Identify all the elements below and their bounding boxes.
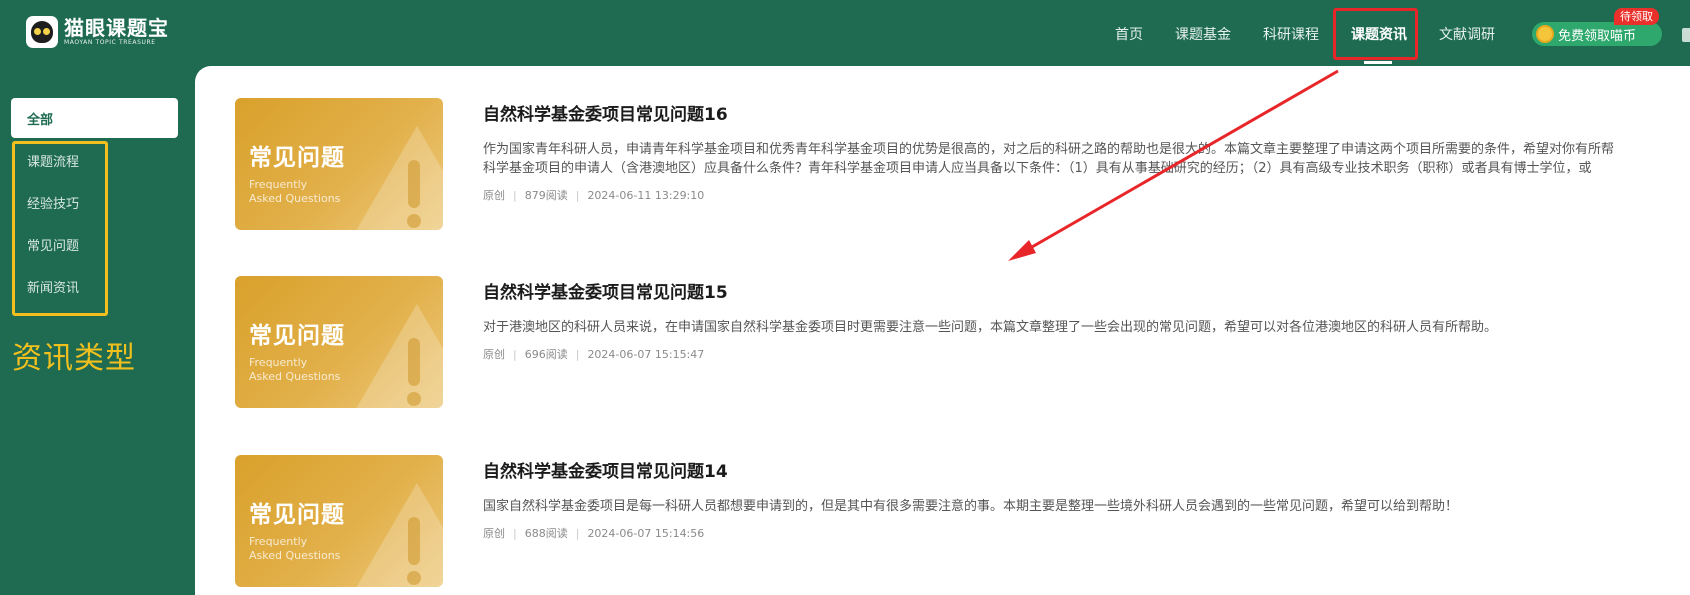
arrow-line: [1017, 69, 1339, 257]
annotation-arrow: [1008, 69, 1339, 261]
arrow-head-icon: [1008, 240, 1036, 261]
